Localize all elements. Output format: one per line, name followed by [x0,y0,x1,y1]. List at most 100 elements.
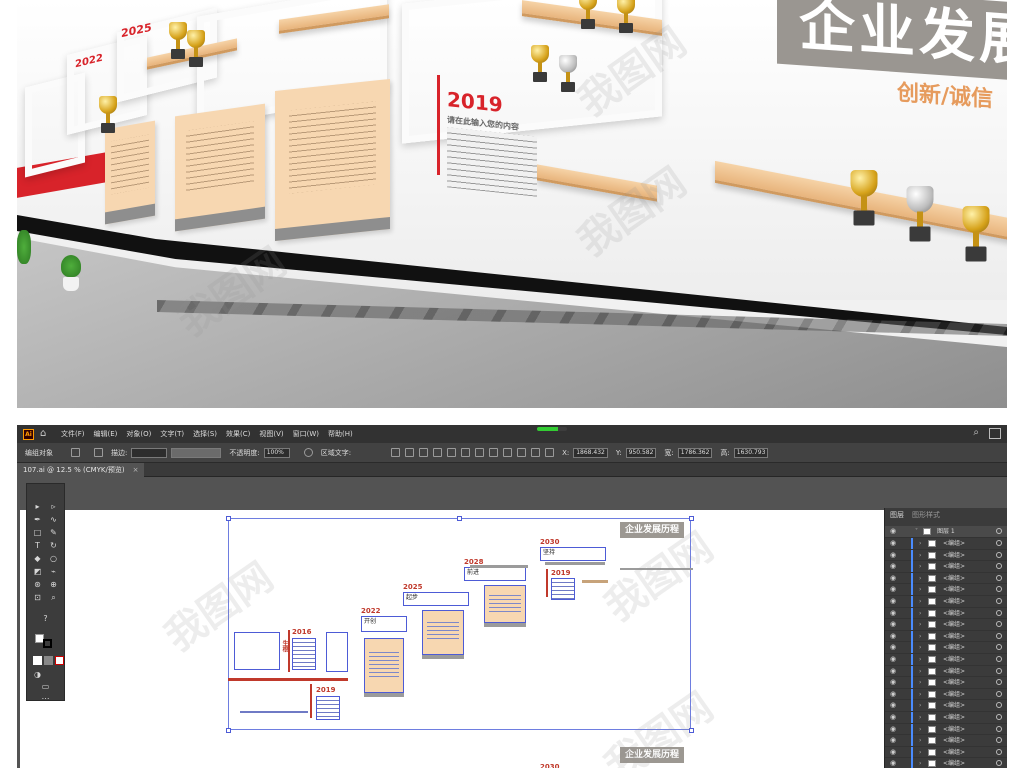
rotate-icon[interactable]: ↻ [49,541,58,550]
target-icon[interactable] [996,667,1002,674]
chevron-right-icon[interactable]: › [919,758,921,768]
eye-icon[interactable]: ◉ [890,538,896,549]
artboard[interactable]: 企业发展历程 2030 坚持 2019 2028 前进 2025 起步 2022… [20,510,884,768]
selection-handle[interactable] [226,516,231,521]
chevron-right-icon[interactable]: › [919,677,921,688]
align-right-icon[interactable] [419,448,429,457]
eye-icon[interactable]: ◉ [890,596,896,607]
target-icon[interactable] [996,598,1002,604]
eye-icon[interactable]: ◉ [890,619,896,630]
type-icon[interactable]: T [33,541,42,550]
width-field[interactable]: 1786.362 [677,447,713,458]
align-center-icon[interactable] [405,448,415,457]
fill-swatch[interactable] [71,448,80,457]
workspace-icon[interactable] [989,428,1001,439]
layer-row[interactable]: ◉ › <编组> [885,677,1007,689]
layer-row[interactable]: ◉ › <编组> [885,549,1007,562]
chevron-right-icon[interactable]: › [919,700,921,711]
rectangle-icon[interactable]: □ [33,528,42,537]
curvature-icon[interactable]: ∿ [49,515,58,524]
chevron-right-icon[interactable]: › [919,689,921,700]
eye-icon[interactable]: ◉ [890,677,896,688]
target-icon[interactable] [996,540,1002,546]
eye-icon[interactable]: ◉ [890,747,896,758]
direct-selection-icon[interactable]: ▹ [49,502,58,511]
chevron-right-icon[interactable]: › [919,747,921,758]
distribute-icon[interactable] [475,448,485,457]
chevron-right-icon[interactable]: › [919,666,921,677]
menu-help[interactable]: 帮助(H) [328,429,353,439]
distribute-icon[interactable] [489,448,499,457]
color-mode-icon[interactable] [33,656,42,665]
layer-row[interactable]: ◉ › <编组> [885,561,1007,573]
height-field[interactable]: 1630.793 [733,447,769,458]
eye-icon[interactable]: ◉ [890,631,896,642]
distribute-icon[interactable] [531,448,541,457]
target-icon[interactable] [996,528,1002,534]
target-icon[interactable] [996,632,1002,639]
layer-row[interactable]: ◉ › <编组> [885,642,1007,654]
align-left-icon[interactable] [391,448,401,457]
menu-edit[interactable]: 编辑(E) [94,429,118,439]
target-icon[interactable] [996,586,1002,593]
screen-mode-icon[interactable]: ▭ [41,682,50,691]
layer-row[interactable]: ◉ › <编组> [885,584,1007,596]
chevron-right-icon[interactable]: › [919,608,921,619]
layer-row[interactable]: ◉ › <编组> [885,723,1007,736]
target-icon[interactable] [996,621,1002,628]
eye-icon[interactable]: ◉ [890,689,896,700]
layer-row[interactable]: ◉ › <编组> [885,607,1007,620]
distribute-icon[interactable] [517,448,527,457]
none-mode-icon[interactable] [55,656,64,665]
eye-icon[interactable]: ◉ [890,666,896,677]
shape-builder-icon[interactable]: ◩ [33,567,42,576]
eye-icon[interactable]: ◉ [890,654,896,665]
target-icon[interactable] [996,690,1002,697]
eraser-icon[interactable]: ◆ [33,554,42,563]
target-icon[interactable] [996,679,1002,686]
chevron-right-icon[interactable]: › [919,724,921,735]
chevron-right-icon[interactable]: › [919,561,921,572]
eye-icon[interactable]: ◉ [890,573,896,584]
target-icon[interactable] [996,563,1002,570]
home-icon[interactable]: ⌂ [40,428,52,440]
distribute-icon[interactable] [545,448,555,457]
chevron-right-icon[interactable]: › [919,619,921,630]
selection-handle[interactable] [226,728,231,733]
menu-effect[interactable]: 效果(C) [226,429,250,439]
eye-icon[interactable]: ◉ [890,608,896,619]
selection-tool-icon[interactable]: ▸ [33,502,42,511]
eye-icon[interactable]: ◉ [890,584,896,595]
distribute-icon[interactable] [503,448,513,457]
document-tab[interactable]: 107.ai @ 12.5 % (CMYK/预览) × [17,463,145,477]
opacity-field[interactable]: 100% [263,447,290,458]
tab-graphic-styles[interactable]: 图形样式 [912,510,940,520]
menu-window[interactable]: 窗口(W) [293,429,319,439]
layer-row[interactable]: ◉ › <编组> [885,596,1007,608]
close-icon[interactable]: × [133,466,139,474]
menu-file[interactable]: 文件(F) [61,429,85,439]
layer-row[interactable]: ◉ › <编组> [885,746,1007,759]
symbol-icon[interactable]: ⊕ [49,580,58,589]
selection-handle[interactable] [689,516,694,521]
eye-icon[interactable]: ◉ [890,758,896,768]
target-icon[interactable] [996,748,1002,755]
style-icon[interactable] [303,448,313,457]
chevron-right-icon[interactable]: › [919,573,921,584]
chevron-right-icon[interactable]: › [919,596,921,607]
zoom-icon[interactable]: ⌕ [49,593,58,602]
menu-view[interactable]: 视图(V) [259,429,283,439]
layer-row[interactable]: ◉ › <编组> [885,654,1007,666]
chevron-right-icon[interactable]: › [919,642,921,653]
blend-icon[interactable]: ⊛ [33,580,42,589]
y-field[interactable]: 950.582 [625,447,657,458]
chevron-right-icon[interactable]: › [919,584,921,595]
chevron-right-icon[interactable]: › [919,654,921,665]
menu-type[interactable]: 文字(T) [160,429,184,439]
chevron-down-icon[interactable]: ˅ [915,526,918,537]
pen-icon[interactable]: ✒ [33,515,42,524]
eyedropper-icon[interactable]: ⌁ [49,567,58,576]
menu-select[interactable]: 选择(S) [193,429,217,439]
target-icon[interactable] [996,760,1002,767]
search-icon[interactable]: ⌕ [973,427,979,438]
